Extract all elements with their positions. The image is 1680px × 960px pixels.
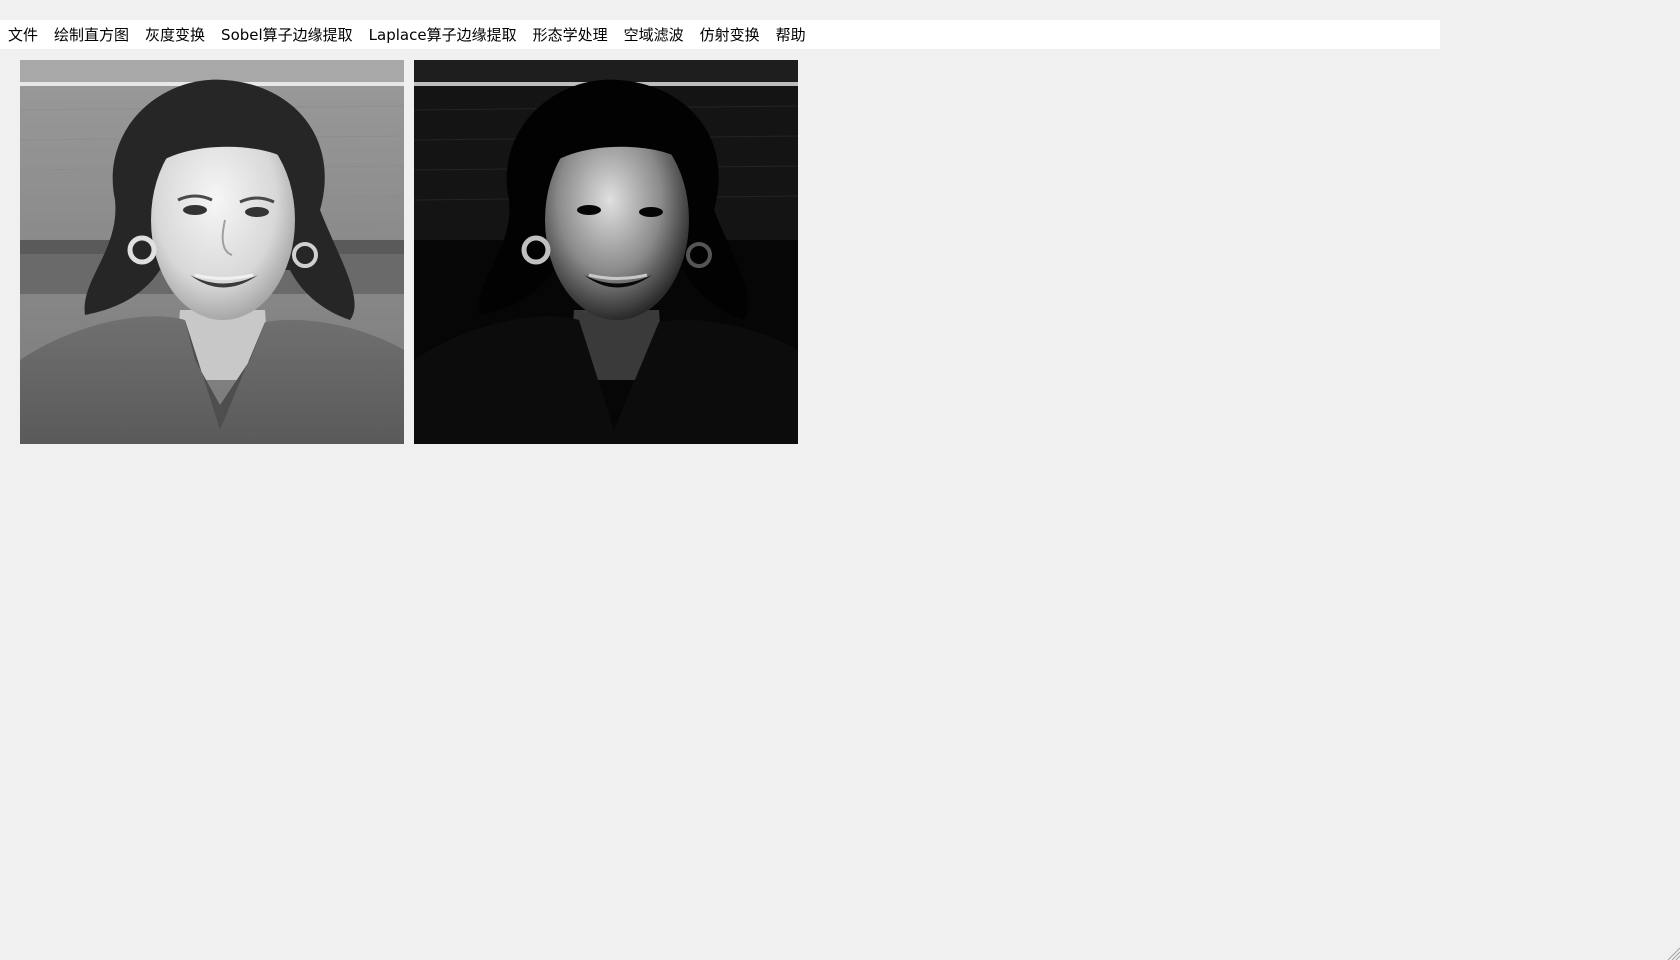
menu-affine-transform[interactable]: 仿射变换 [692, 22, 768, 48]
original-portrait-graphic [20, 60, 404, 444]
original-image [20, 60, 404, 444]
menu-draw-histogram[interactable]: 绘制直方图 [46, 22, 137, 48]
menu-morphology[interactable]: 形态学处理 [525, 22, 616, 48]
menu-laplace-edge[interactable]: Laplace算子边缘提取 [361, 22, 525, 48]
resize-grip-icon[interactable] [1666, 946, 1680, 960]
menu-gray-transform[interactable]: 灰度变换 [137, 22, 213, 48]
app-window: 文件 绘制直方图 灰度变换 Sobel算子边缘提取 Laplace算子边缘提取 … [0, 0, 1680, 960]
processed-portrait-graphic [414, 60, 798, 444]
menu-spatial-filter[interactable]: 空域滤波 [616, 22, 692, 48]
menu-help[interactable]: 帮助 [768, 22, 814, 48]
processed-image [414, 60, 798, 444]
menu-sobel-edge[interactable]: Sobel算子边缘提取 [213, 22, 361, 48]
menubar: 文件 绘制直方图 灰度变换 Sobel算子边缘提取 Laplace算子边缘提取 … [0, 20, 1440, 49]
menu-file[interactable]: 文件 [0, 22, 46, 48]
